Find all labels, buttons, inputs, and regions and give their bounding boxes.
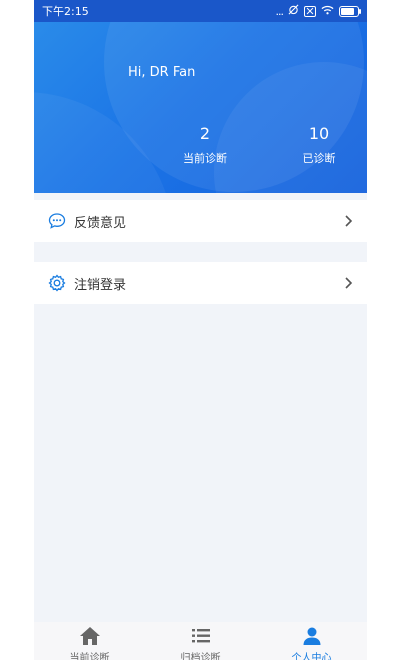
nav-tab-personal-center[interactable]: 个人中心	[256, 622, 367, 660]
wifi-icon	[321, 5, 334, 18]
alarm-icon	[288, 4, 299, 18]
menu-item-feedback-label: 反馈意见	[74, 215, 127, 231]
menu-item-logout[interactable]: 注销登录	[34, 262, 367, 304]
profile-header: Hi, DR Fan 2 当前诊断 10 已诊断	[34, 22, 367, 193]
battery-level-fill	[341, 7, 354, 15]
gear-icon	[48, 274, 66, 292]
bottom-nav: 当前诊断 归档诊断 个人中心	[34, 622, 367, 660]
person-icon	[301, 626, 323, 646]
phone-screen: 下午2:15 ... Hi, DR Fan 2 当前诊断 10 已诊断 反馈意见…	[34, 0, 367, 660]
stat-current-label: 当前诊断	[183, 152, 227, 165]
list-icon	[190, 626, 212, 646]
chevron-right-icon	[343, 276, 353, 290]
stat-diagnosed-label: 已诊断	[302, 152, 336, 165]
battery-icon	[339, 5, 361, 17]
menu-item-logout-label: 注销登录	[74, 277, 127, 293]
menu-item-feedback[interactable]: 反馈意见	[34, 200, 367, 242]
stat-diagnosed[interactable]: 10 已诊断	[284, 124, 354, 166]
greeting-text: Hi, DR Fan	[128, 65, 196, 80]
sim-icon	[304, 5, 316, 17]
nav-tab-current-diagnosis[interactable]: 当前诊断	[34, 622, 145, 660]
status-bar: 下午2:15 ...	[34, 0, 367, 22]
stat-current-value: 2	[199, 124, 211, 143]
home-icon	[79, 626, 101, 646]
nav-tab-archived-diagnosis[interactable]: 归档诊断	[145, 622, 256, 660]
stat-current-diagnosis[interactable]: 2 当前诊断	[170, 124, 240, 166]
nav-tab-current-diagnosis-label: 当前诊断	[69, 653, 110, 660]
status-dots: ...	[275, 4, 284, 18]
stat-diagnosed-value: 10	[308, 124, 330, 143]
nav-tab-personal-center-label: 个人中心	[291, 653, 332, 660]
status-time: 下午2:15	[42, 5, 89, 18]
status-icons: ...	[275, 4, 361, 18]
chevron-right-icon	[343, 214, 353, 228]
chat-bubble-icon	[48, 212, 66, 230]
nav-tab-archived-diagnosis-label: 归档诊断	[180, 653, 221, 660]
